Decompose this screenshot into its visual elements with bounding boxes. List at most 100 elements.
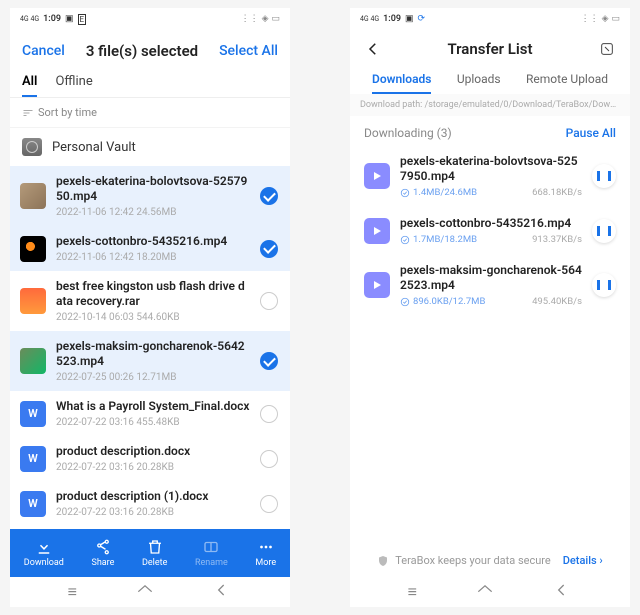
file-checkbox[interactable] (260, 352, 278, 370)
file-item[interactable]: Wproduct description.docx 2022-07-22 03:1… (10, 436, 290, 481)
wifi-icon: ◈ (262, 14, 269, 24)
back-button[interactable] (362, 40, 384, 58)
status-time: 1:09 (383, 14, 401, 24)
file-thumb: W (20, 491, 46, 517)
file-meta: 2022-07-22 03:16 20.28KB (56, 462, 250, 473)
delete-button[interactable]: Delete (142, 538, 167, 568)
sort-icon (22, 107, 34, 119)
file-checkbox[interactable] (260, 187, 278, 205)
file-name: product description (1).docx (56, 489, 250, 504)
tab-offline[interactable]: Offline (55, 74, 92, 97)
video-icon (364, 163, 390, 189)
tab-remote-upload[interactable]: Remote Upload (526, 72, 608, 94)
check-icon (400, 188, 410, 198)
check-icon (400, 235, 410, 245)
menu-button[interactable] (596, 41, 618, 57)
file-meta: 2022-10-14 06:03 544.60KB (56, 312, 250, 323)
back-button[interactable] (212, 580, 232, 604)
status-bar: 4G 4G 1:09 ▣ E ⋮⋮ ◈ ▭ (10, 8, 290, 30)
file-meta: 2022-07-25 00:26 12.71MB (56, 372, 250, 383)
file-name: pexels-ekaterina-bolovtsova-5257950.mp4 (56, 174, 250, 204)
battery-icon: ▭ (611, 14, 620, 24)
file-name: pexels-maksim-goncharenok-5642523.mp4 (56, 339, 250, 369)
file-thumb: W (20, 446, 46, 472)
personal-vault-row[interactable]: Personal Vault (10, 128, 290, 166)
file-thumb: W (20, 401, 46, 427)
wifi-icon: ◈ (602, 14, 609, 24)
cancel-button[interactable]: Cancel (22, 43, 65, 59)
home-button[interactable] (475, 580, 495, 604)
refresh-icon: ⟳ (418, 14, 426, 24)
delete-icon (146, 538, 164, 556)
shield-icon (377, 555, 389, 567)
tab-all[interactable]: All (22, 74, 37, 97)
back-button[interactable] (552, 580, 572, 604)
pause-button[interactable] (592, 164, 616, 188)
download-speed: 495.40KB/s (532, 296, 582, 307)
file-thumb (20, 236, 46, 262)
details-link[interactable]: Details › (563, 554, 603, 567)
file-item[interactable]: best free kingston usb flash drive data … (10, 271, 290, 331)
file-item[interactable]: WWhat is a Payroll System_Final.docx2022… (10, 391, 290, 436)
file-item[interactable]: pexels-maksim-goncharenok-5642523.mp4 202… (10, 331, 290, 391)
video-icon (364, 218, 390, 244)
vault-icon (22, 138, 42, 156)
pause-button[interactable] (592, 273, 616, 297)
file-item[interactable]: pexels-ekaterina-bolovtsova-5257950.mp42… (10, 166, 290, 226)
tab-uploads[interactable]: Uploads (457, 72, 501, 94)
video-icon (364, 272, 390, 298)
file-thumb (20, 348, 46, 374)
sort-label: Sort by time (38, 106, 97, 119)
file-checkbox[interactable] (260, 240, 278, 258)
toolbar-label: Download (24, 558, 64, 568)
select-all-button[interactable]: Select All (219, 43, 278, 59)
bluetooth-icon: ⋮⋮ (581, 14, 599, 24)
file-checkbox[interactable] (260, 495, 278, 513)
vault-label: Personal Vault (52, 140, 136, 155)
download-item[interactable]: pexels-cottonbro-5435216.mp4 1.7MB/18.2M… (350, 208, 630, 255)
file-checkbox[interactable] (260, 405, 278, 423)
file-item[interactable]: Wproduct description (1).docx2022-07-22 … (10, 481, 290, 526)
download-size: 1.7MB/18.2MB (400, 234, 477, 245)
pause-all-button[interactable]: Pause All (566, 126, 616, 140)
download-list: pexels-ekaterina-bolovtsova-5257950.mp4 … (350, 146, 630, 317)
tab-downloads[interactable]: Downloads (372, 72, 431, 94)
file-item[interactable]: pexels-cottonbro-5435216.mp4 2022-11-06 1… (10, 226, 290, 271)
download-icon (35, 538, 53, 556)
file-checkbox[interactable] (260, 450, 278, 468)
file-meta: 2022-07-22 03:16 455.48KB (56, 417, 250, 428)
pause-button[interactable] (592, 219, 616, 243)
download-button[interactable]: Download (24, 538, 64, 568)
file-name: product description.docx (56, 444, 250, 459)
download-name: pexels-maksim-goncharenok-5642523.mp4 (400, 263, 582, 293)
download-item[interactable]: pexels-ekaterina-bolovtsova-5257950.mp4 … (350, 146, 630, 208)
toolbar-label: Share (91, 558, 114, 568)
nav-bar: ≡ (10, 577, 290, 607)
recent-button[interactable]: ≡ (408, 582, 417, 602)
download-item[interactable]: pexels-maksim-goncharenok-5642523.mp4 89… (350, 255, 630, 317)
file-meta: 2022-11-06 12:42 18.20MB (56, 252, 250, 263)
recent-button[interactable]: ≡ (68, 582, 77, 602)
check-icon (400, 297, 410, 307)
battery-icon: ▭ (271, 14, 280, 24)
camera-icon: ▣ (405, 14, 414, 24)
share-icon (94, 538, 112, 556)
share-button[interactable]: Share (91, 538, 114, 568)
phone-left: 4G 4G 1:09 ▣ E ⋮⋮ ◈ ▭ Cancel 3 file(s) s… (10, 8, 290, 607)
toolbar-label: More (255, 558, 276, 568)
network-icon: 4G 4G (20, 16, 39, 23)
toolbar-label: Delete (142, 558, 167, 568)
nav-bar: ≡ (350, 577, 630, 607)
more-button[interactable]: More (255, 538, 276, 568)
file-thumb (20, 288, 46, 314)
file-checkbox[interactable] (260, 292, 278, 310)
download-name: pexels-ekaterina-bolovtsova-5257950.mp4 (400, 154, 582, 184)
e-icon: E (78, 14, 87, 25)
downloading-label: Downloading (3) (364, 126, 452, 140)
secure-footer: TeraBox keeps your data secure Details › (350, 544, 630, 577)
home-button[interactable] (135, 580, 155, 604)
downloading-header: Downloading (3) Pause All (350, 116, 630, 146)
sort-row[interactable]: Sort by time (10, 98, 290, 128)
file-name: pexels-cottonbro-5435216.mp4 (56, 234, 250, 249)
transfer-header: Transfer List (350, 30, 630, 68)
